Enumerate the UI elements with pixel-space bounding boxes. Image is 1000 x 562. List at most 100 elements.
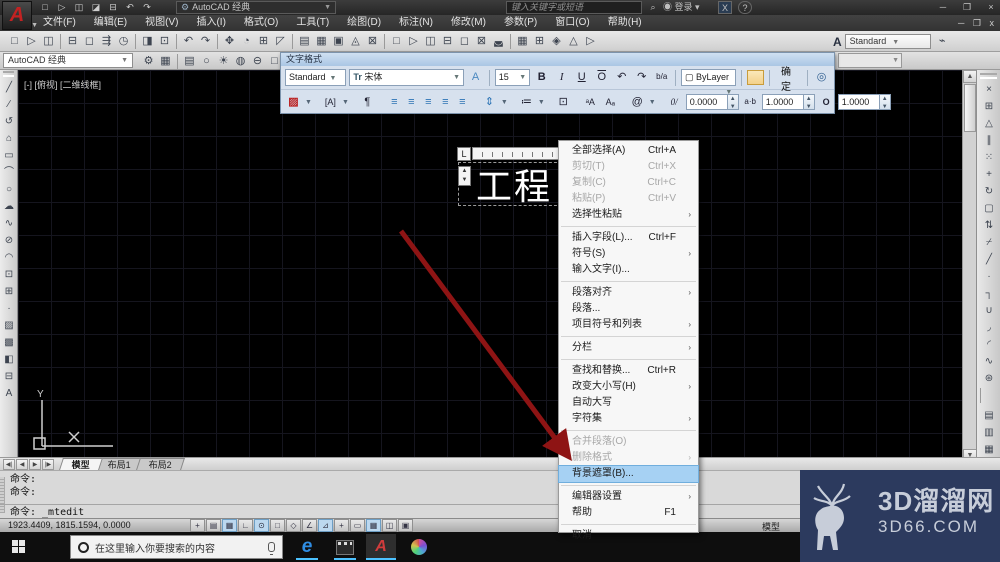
osnap-toggle[interactable]: □ bbox=[270, 519, 285, 532]
vertical-scrollbar[interactable]: ▲ ▼ bbox=[962, 70, 977, 462]
annotative-icon[interactable]: A bbox=[467, 69, 484, 86]
layout-tab-2[interactable]: 布局2 bbox=[136, 458, 185, 470]
save2-icon[interactable]: ◫ bbox=[422, 33, 439, 50]
bulb-icon[interactable]: ○ bbox=[198, 53, 215, 70]
paragraph-icon[interactable]: ¶ bbox=[359, 94, 376, 111]
menu-8[interactable]: 修改(M) bbox=[442, 15, 495, 31]
otrack-toggle[interactable]: ∠ bbox=[302, 519, 317, 532]
minimize-button[interactable]: ─ bbox=[936, 0, 950, 14]
layerprev-icon[interactable]: ⊞ bbox=[531, 33, 548, 50]
menu-6[interactable]: 绘图(D) bbox=[338, 15, 390, 31]
lock-icon[interactable]: ⊖ bbox=[249, 53, 266, 70]
copy-icon[interactable]: ⊞ bbox=[978, 99, 1000, 116]
dim-style-icon[interactable]: ⌁ bbox=[934, 33, 951, 50]
scrollbar-thumb[interactable] bbox=[964, 84, 976, 132]
redo-icon[interactable]: ↷ bbox=[197, 33, 214, 50]
trim-icon[interactable]: ⌿ bbox=[978, 235, 1000, 252]
dyn-ucs-toggle[interactable]: ⊿ bbox=[318, 519, 333, 532]
draworder-front-icon[interactable]: ▤ bbox=[978, 408, 1000, 425]
context-menu-item[interactable]: 输入文字(I)... bbox=[559, 262, 698, 278]
tracking-spinner[interactable]: 1.0000 ▲ ▼ bbox=[761, 94, 815, 110]
justification-icon[interactable]: [A] bbox=[322, 94, 339, 111]
match-icon[interactable]: ◛ bbox=[490, 33, 507, 50]
color-icon[interactable]: △ bbox=[565, 33, 582, 50]
stretch-icon[interactable]: ⇅ bbox=[978, 218, 1000, 235]
save-icon[interactable]: ◫ bbox=[72, 1, 86, 14]
line-spacing-icon[interactable]: ⇕ bbox=[481, 94, 498, 111]
toolbar-grip[interactable] bbox=[980, 73, 997, 79]
context-menu-item[interactable]: 合并段落(O) bbox=[559, 434, 698, 450]
layer-select[interactable]: ▼ bbox=[838, 53, 902, 68]
lineweight-toggle[interactable]: ▭ bbox=[350, 519, 365, 532]
open2-icon[interactable]: ▷ bbox=[405, 33, 422, 50]
context-menu-item[interactable]: 字符集 › bbox=[559, 411, 698, 427]
close-button[interactable]: × bbox=[984, 0, 998, 14]
explode-icon[interactable]: ⊛ bbox=[978, 371, 1000, 388]
osnap3d-toggle[interactable]: ◇ bbox=[286, 519, 301, 532]
layer-manager-icon[interactable]: ▤ bbox=[181, 53, 198, 70]
context-menu-item[interactable]: 段落... bbox=[559, 301, 698, 317]
paste-icon[interactable]: ⊡ bbox=[156, 33, 173, 50]
open-icon[interactable]: ▷ bbox=[55, 1, 69, 14]
more-icon[interactable]: ▷ bbox=[582, 33, 599, 50]
stack-button[interactable]: b/a bbox=[653, 69, 670, 86]
context-menu-item[interactable]: 段落对齐 › bbox=[559, 285, 698, 301]
quickprop-toggle[interactable]: ◫ bbox=[382, 519, 397, 532]
ruler-tab-selector[interactable]: L bbox=[457, 147, 471, 161]
menu-3[interactable]: 插入(I) bbox=[187, 15, 234, 31]
revcloud-icon[interactable]: ☁ bbox=[0, 199, 18, 216]
size-select[interactable]: 15 ▼ bbox=[494, 69, 531, 86]
erase-icon[interactable]: × bbox=[978, 82, 1000, 99]
rotate-icon[interactable]: ↻ bbox=[978, 184, 1000, 201]
context-menu-item[interactable]: 背景遮罩(B)... bbox=[558, 465, 699, 483]
help-search-input[interactable]: 键入关键字或短语 bbox=[506, 1, 642, 14]
text-style-select[interactable]: Standard ▼ bbox=[844, 34, 931, 49]
grid-toggle[interactable]: ▦ bbox=[222, 519, 237, 532]
sun-icon[interactable]: ☀ bbox=[215, 53, 232, 70]
context-menu-item[interactable]: 自动大写 bbox=[559, 395, 698, 411]
plot2-icon[interactable]: ⊟ bbox=[439, 33, 456, 50]
context-menu-item[interactable]: 剪切(T) Ctrl+X bbox=[559, 159, 698, 175]
transparency-toggle[interactable]: ▦ bbox=[366, 519, 381, 532]
plot-icon[interactable]: ⊟ bbox=[106, 1, 120, 14]
freeze-icon[interactable]: ◍ bbox=[232, 53, 249, 70]
align-button-2[interactable]: ≡ bbox=[420, 94, 437, 111]
ortho-toggle[interactable]: ∟ bbox=[238, 519, 253, 532]
circle-icon[interactable]: ○ bbox=[0, 182, 18, 199]
underline-button[interactable]: U bbox=[573, 69, 590, 86]
lowercase-icon[interactable]: Aₐ bbox=[602, 94, 619, 111]
tab-nav-icon[interactable]: ◀ bbox=[16, 458, 28, 470]
gradient-icon[interactable]: ▩ bbox=[0, 335, 18, 352]
new2-icon[interactable]: □ bbox=[388, 33, 405, 50]
uppercase-icon[interactable]: ᵃA bbox=[582, 94, 599, 111]
options-icon[interactable]: ◎ bbox=[813, 69, 830, 86]
width-factor-spinner[interactable]: 1.0000 ▲ ▼ bbox=[837, 94, 891, 110]
zoom-icon[interactable]: ◔ bbox=[238, 33, 255, 50]
snap-toggle[interactable]: + bbox=[190, 519, 205, 532]
undo-icon[interactable]: ↶ bbox=[180, 33, 197, 50]
zoomwin-icon[interactable]: ⊞ bbox=[255, 33, 272, 50]
workspace-toolbar-select[interactable]: AutoCAD 经典 ▼ bbox=[3, 53, 133, 68]
start-button[interactable] bbox=[12, 540, 26, 554]
align-button-0[interactable]: ≡ bbox=[386, 94, 403, 111]
microphone-icon[interactable] bbox=[268, 542, 275, 555]
selcycle-toggle[interactable]: ▣ bbox=[398, 519, 413, 532]
ellipse-arc-icon[interactable]: ◠ bbox=[0, 250, 18, 267]
taskbar-search[interactable]: 在这里输入你要搜索的内容 bbox=[70, 535, 283, 559]
markup-icon[interactable]: ◬ bbox=[347, 33, 364, 50]
context-menu-item[interactable]: 查找和替换... Ctrl+R bbox=[559, 363, 698, 379]
zoomprev-icon[interactable]: ◸ bbox=[272, 33, 289, 50]
dc-icon[interactable]: ▦ bbox=[313, 33, 330, 50]
insert-block-icon[interactable]: ⊡ bbox=[0, 267, 18, 284]
layers-icon[interactable]: ▦ bbox=[514, 33, 531, 50]
autocad-logo[interactable]: A ▼ bbox=[2, 1, 38, 30]
polygon-icon[interactable]: ⌂ bbox=[0, 131, 18, 148]
context-menu-item[interactable]: 选择性粘贴 › bbox=[559, 207, 698, 223]
tab-nav-icon[interactable]: ▶ bbox=[29, 458, 41, 470]
context-menu-item[interactable]: 插入字段(L)... Ctrl+F bbox=[559, 230, 698, 246]
layout-tab-0[interactable]: 模型 bbox=[59, 458, 103, 470]
command-grip[interactable] bbox=[0, 477, 5, 513]
context-menu-item[interactable]: 帮助 F1 bbox=[559, 505, 698, 521]
menu-5[interactable]: 工具(T) bbox=[287, 15, 338, 31]
line-icon[interactable]: ╱ bbox=[0, 80, 18, 97]
